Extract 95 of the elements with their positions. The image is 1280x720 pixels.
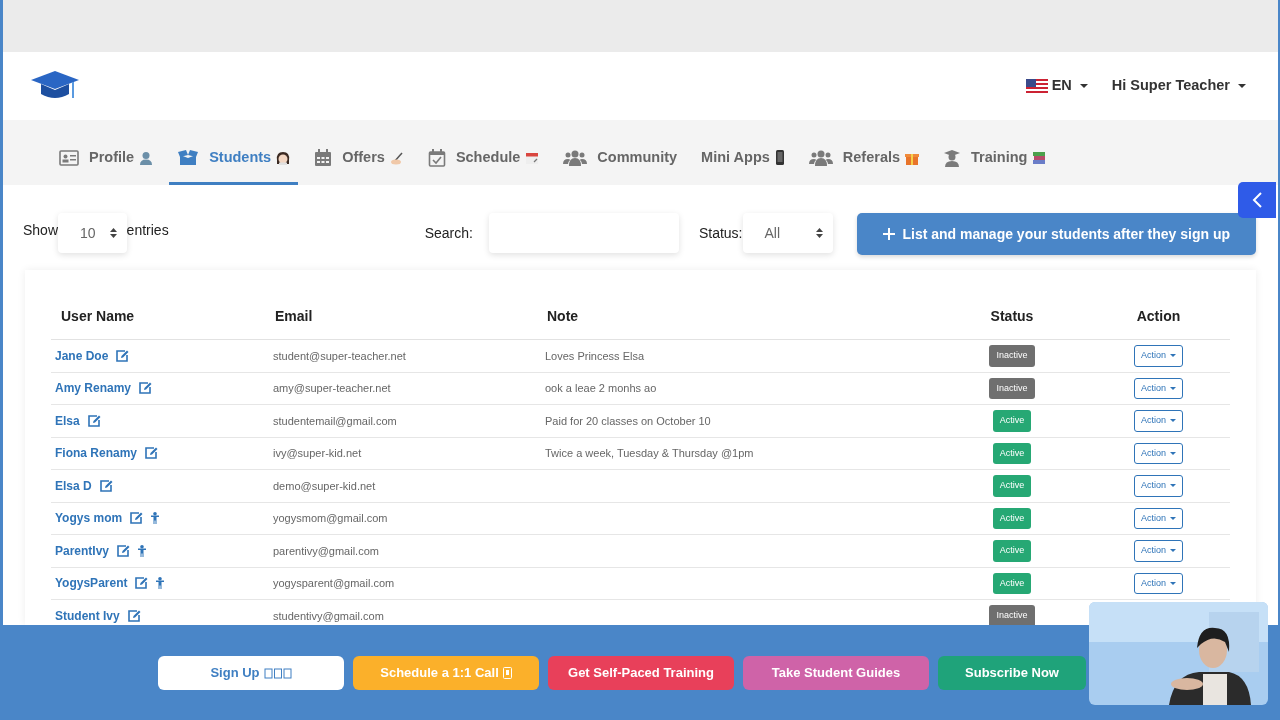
column-header: Action (1136, 308, 1181, 324)
action-dropdown[interactable]: Action (1134, 507, 1183, 529)
student-name-link[interactable]: Fiona Renamy (55, 444, 138, 463)
language-dropdown[interactable]: EN (1025, 75, 1088, 97)
person-icon (139, 150, 154, 165)
status-label: Status: (698, 223, 743, 243)
edit-icon (139, 382, 153, 395)
email-text: yogysmom@gmail.com (273, 512, 388, 524)
email-text: demo@super-kid.net (273, 479, 376, 492)
add-students-button[interactable]: List and manage your students after they sign up (856, 213, 1256, 255)
action-dropdown[interactable]: Action (1134, 410, 1183, 432)
student-name-link[interactable]: ParentIvy (55, 541, 110, 560)
edit-icon (99, 479, 113, 492)
books-icon (1032, 150, 1047, 165)
edit-icon (127, 609, 141, 622)
student-name-link[interactable]: Jane Doe (55, 346, 109, 365)
edit-icon (117, 544, 131, 557)
nav-tab[interactable]: Mini Apps (693, 133, 793, 185)
student-name-link[interactable]: YogysParent (55, 574, 128, 593)
action-dropdown[interactable]: Action (1134, 442, 1183, 464)
column-header: Email (275, 308, 313, 324)
teacher-icon (943, 148, 962, 167)
entries-label: entries (126, 220, 169, 240)
email-text: studentivy@gmail.com (273, 609, 384, 622)
status-badge: Active (992, 410, 1032, 432)
note-text: Twice a week, Tuesday & Thursday @1pm (545, 447, 754, 459)
chevron-left-icon (1251, 191, 1263, 209)
email-text: ivy@super-kid.net (273, 447, 362, 459)
column-header: Note (547, 308, 579, 324)
nav-tab[interactable]: Students (169, 133, 299, 185)
edit-icon (87, 414, 101, 427)
nav-tab[interactable]: Community (555, 133, 686, 185)
column-header: Status (990, 308, 1034, 324)
student-name-link[interactable]: Student Ivy (55, 606, 120, 625)
nav-tab[interactable]: Profile (51, 133, 162, 185)
status-badge: Active (992, 442, 1032, 464)
plus-icon (882, 228, 895, 240)
sort-arrows-icon (815, 228, 823, 238)
email-text: student@super-teacher.net (273, 349, 406, 362)
footer-button[interactable]: Take Student Guides (743, 656, 929, 690)
calendar-page-icon (525, 150, 540, 165)
footer-button[interactable]: Sign Up (158, 656, 344, 690)
status-select[interactable]: All (742, 213, 833, 253)
show-label: Show (23, 220, 59, 240)
edit-icon (116, 349, 130, 362)
phone-icon (774, 150, 785, 165)
footer-button[interactable]: Get Self-Paced Training (548, 656, 734, 690)
student-name-link[interactable]: Amy Renamy (55, 379, 132, 398)
status-badge: Inactive (989, 345, 1035, 367)
glyph-boxes-icon (263, 667, 292, 679)
email-text: amy@super-teacher.net (273, 382, 391, 394)
student-name-link[interactable]: Yogys mom (55, 509, 123, 528)
status-badge: Active (992, 507, 1032, 529)
status-badge: Inactive (989, 605, 1035, 625)
email-text: parentivy@gmail.com (273, 544, 379, 557)
girl-icon (276, 150, 291, 165)
status-badge: Inactive (989, 377, 1035, 399)
note-text: Loves Princess Elsa (545, 349, 645, 362)
student-name-link[interactable]: Elsa D (55, 476, 92, 495)
nav-tab[interactable]: Schedule (419, 133, 548, 185)
column-header: User Name (61, 308, 135, 324)
users-icon (808, 149, 833, 166)
status-badge: Active (992, 572, 1032, 594)
flag-icon (1025, 79, 1048, 93)
action-dropdown[interactable]: Action (1134, 572, 1183, 594)
sort-arrows-icon (109, 228, 117, 238)
email-text: studentemail@gmail.com (273, 414, 397, 427)
email-text: yogysparent@gmail.com (273, 577, 395, 589)
note-text: ook a leae 2 monhs ao (545, 382, 657, 394)
collapse-button[interactable] (1238, 182, 1276, 218)
action-dropdown[interactable]: Action (1134, 540, 1183, 562)
id-card-icon (59, 149, 79, 166)
search-label: Search: (424, 223, 473, 243)
writing-hand-icon (389, 150, 404, 165)
nav-tab[interactable]: Referals (800, 133, 928, 185)
status-badge: Active (992, 540, 1032, 562)
entries-select[interactable]: 10 (58, 213, 127, 253)
action-dropdown[interactable]: Action (1134, 377, 1183, 399)
status-badge: Active (992, 475, 1032, 497)
action-dropdown[interactable]: Action (1134, 345, 1183, 367)
nav-tab[interactable]: Training (935, 133, 1055, 185)
note-text: Paid for 20 classes on October 10 (545, 414, 711, 427)
student-name-link[interactable]: Elsa (55, 411, 80, 430)
user-menu[interactable]: Hi Super Teacher (1111, 75, 1246, 97)
calendar-icon (314, 148, 333, 167)
edit-icon (135, 577, 149, 590)
nav-tab[interactable]: Offers (306, 133, 412, 185)
edit-icon (145, 447, 159, 460)
edit-icon (130, 512, 144, 525)
users-icon (563, 149, 588, 166)
action-dropdown[interactable]: Action (1134, 475, 1183, 497)
footer-button[interactable]: Subscribe Now (938, 656, 1086, 690)
box-icon (177, 149, 200, 166)
calendar-check-icon (427, 148, 446, 167)
phone-icon (502, 667, 512, 679)
